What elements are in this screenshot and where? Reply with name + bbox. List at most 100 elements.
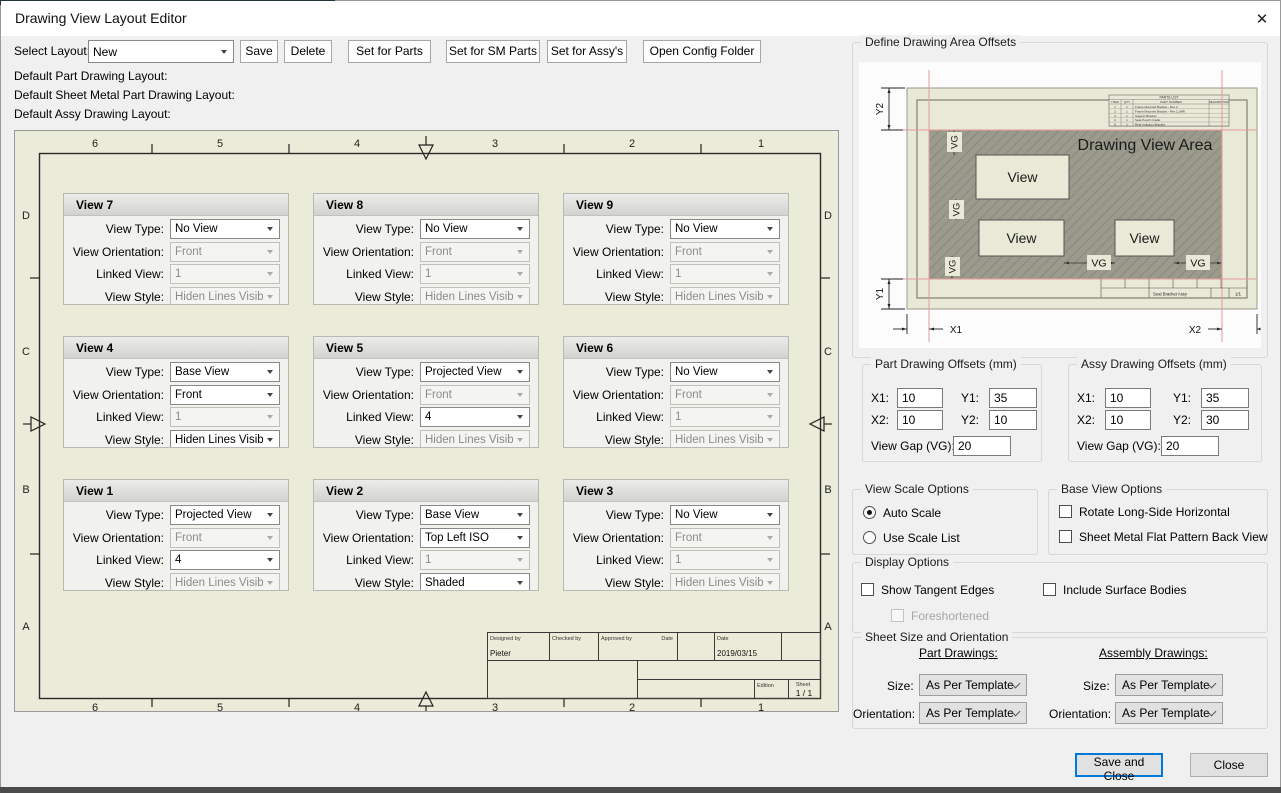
- view-7-view-type-combo[interactable]: No View: [170, 219, 280, 239]
- assembly-orientation-combo[interactable]: As Per Template: [1115, 702, 1223, 724]
- part-y2-input[interactable]: 10: [989, 410, 1037, 430]
- view-3-title: View 3: [564, 480, 788, 502]
- view-3-group: View 3View Type:No ViewView Orientation:…: [563, 479, 789, 591]
- linked-view-label: Linked View:: [314, 553, 414, 567]
- part-x2-input[interactable]: 10: [897, 410, 943, 430]
- flat-pattern-back-view-checkbox[interactable]: [1059, 530, 1072, 543]
- close-icon[interactable]: ✕: [1249, 7, 1275, 31]
- view-style-label: View Style:: [564, 290, 664, 304]
- define-drawing-area-offsets-group: Define Drawing Area Offsets Drawing View…: [852, 42, 1268, 358]
- linked-view-value: 4: [175, 554, 181, 566]
- sheet-size-orientation-group: Sheet Size and Orientation Part Drawings…: [852, 637, 1268, 729]
- part-x1-input[interactable]: 10: [897, 388, 943, 408]
- linked-view-value: 1: [175, 411, 181, 423]
- assy-x2-label: X2:: [1077, 413, 1095, 427]
- view-7-view-style-combo: Hiden Lines Visible: [170, 287, 280, 305]
- auto-scale-radio[interactable]: [863, 506, 876, 519]
- view-type-value: No View: [425, 223, 468, 235]
- set-for-sm-parts-button[interactable]: Set for SM Parts: [446, 40, 540, 63]
- assembly-size-combo[interactable]: As Per Template: [1115, 674, 1223, 696]
- linked-view-label: Linked View:: [314, 410, 414, 424]
- view-9-linked-view-combo: 1: [670, 264, 780, 284]
- view-style-label: View Style:: [64, 290, 164, 304]
- select-layout-value: New: [93, 45, 117, 59]
- view-style-label: View Style:: [564, 433, 664, 447]
- save-and-close-button[interactable]: Save and Close: [1075, 753, 1163, 777]
- rotate-long-side-label: Rotate Long-Side Horizontal: [1079, 505, 1230, 519]
- view-5-view-type-combo[interactable]: Projected View: [420, 362, 530, 382]
- open-config-folder-button[interactable]: Open Config Folder: [643, 40, 761, 63]
- part-size-value: As Per Template: [926, 678, 1014, 692]
- view-1-view-type-combo[interactable]: Projected View: [170, 505, 280, 525]
- view-4-title: View 4: [64, 337, 288, 359]
- svg-text:X2: X2: [1189, 325, 1202, 336]
- use-scale-list-radio[interactable]: [863, 531, 876, 544]
- set-for-parts-button[interactable]: Set for Parts: [348, 40, 431, 63]
- date-value: 2019/03/15: [717, 649, 758, 658]
- part-orientation-combo[interactable]: As Per Template: [919, 702, 1027, 724]
- view-2-view-orientation-combo[interactable]: Top Left ISO: [420, 528, 530, 548]
- part-size-combo[interactable]: As Per Template: [919, 674, 1027, 696]
- part-size-label: Size:: [887, 679, 914, 693]
- zone-marking: 6: [92, 702, 98, 711]
- show-tangent-edges-checkbox[interactable]: [861, 583, 874, 596]
- zone-marking: Frame Mounted Bracket - Rev 2_MIR: [1135, 109, 1186, 113]
- sheet-number: 1 / 1: [796, 688, 813, 698]
- set-for-assy-s-button[interactable]: Set for Assy's: [547, 40, 627, 63]
- view-6-linked-view-combo: 1: [670, 407, 780, 427]
- parts-list-table: PARTS LIST ITEMQTYPART NUMBERDESCRIPTION…: [1109, 95, 1229, 127]
- assy-vg-label: View Gap (VG):: [1077, 439, 1161, 453]
- view-orientation-value: Front: [675, 246, 702, 258]
- view-4-view-style-combo[interactable]: Hiden Lines Visible: [170, 430, 280, 448]
- view-2-view-type-combo[interactable]: Base View: [420, 505, 530, 525]
- close-button[interactable]: Close: [1190, 753, 1268, 777]
- assy-y1-input[interactable]: 35: [1201, 388, 1249, 408]
- assy-y2-label: Y2:: [1173, 413, 1191, 427]
- part-drawing-offsets-title: Part Drawing Offsets (mm): [871, 357, 1021, 371]
- delete-button[interactable]: Delete: [284, 40, 332, 63]
- view-2-view-style-combo[interactable]: Shaded: [420, 573, 530, 591]
- assembly-size-value: As Per Template: [1122, 678, 1210, 692]
- view-1-linked-view-combo[interactable]: 4: [170, 550, 280, 570]
- approved-by-label: Approved by: [601, 636, 632, 642]
- select-layout-combo[interactable]: New: [88, 40, 234, 63]
- foreshortened-label: Foreshortened: [911, 609, 989, 623]
- include-surface-bodies-label: Include Surface Bodies: [1063, 583, 1186, 597]
- view-style-value: Shaded: [425, 577, 465, 589]
- view-7-view-orientation-combo: Front: [170, 242, 280, 262]
- view-8-view-style-combo: Hiden Lines Visible: [420, 287, 530, 305]
- part-y1-input[interactable]: 35: [989, 388, 1037, 408]
- view-9-view-type-combo[interactable]: No View: [670, 219, 780, 239]
- save-button[interactable]: Save: [240, 40, 278, 63]
- drawing-sheet-preview: 665544332211DDCCBBAA Designed by Pieter …: [14, 130, 839, 712]
- rotate-long-side-checkbox[interactable]: [1059, 505, 1072, 518]
- zone-marking: B: [824, 484, 831, 496]
- part-vg-input[interactable]: 20: [953, 436, 1011, 456]
- view-style-value: Hiden Lines Visible: [425, 291, 513, 303]
- view-1-group: View 1View Type:Projected ViewView Orien…: [63, 479, 289, 591]
- view-type-value: No View: [675, 366, 718, 378]
- view-6-view-type-combo[interactable]: No View: [670, 362, 780, 382]
- view-3-view-type-combo[interactable]: No View: [670, 505, 780, 525]
- assy-x1-input[interactable]: 10: [1105, 388, 1151, 408]
- view-5-view-orientation-combo: Front: [420, 385, 530, 405]
- view-2-linked-view-combo: 1: [420, 550, 530, 570]
- assy-y2-input[interactable]: 30: [1201, 410, 1249, 430]
- view-orientation-label: View Orientation:: [564, 531, 664, 545]
- zone-marking: Support Bracket: [1135, 114, 1157, 118]
- assy-vg-input[interactable]: 20: [1161, 436, 1219, 456]
- view-orientation-value: Top Left ISO: [425, 532, 489, 544]
- linked-view-value: 4: [425, 411, 431, 423]
- view-8-view-type-combo[interactable]: No View: [420, 219, 530, 239]
- view-orientation-label: View Orientation:: [64, 388, 164, 402]
- assy-x2-input[interactable]: 10: [1105, 410, 1151, 430]
- base-view-options-group: Base View Options Rotate Long-Side Horiz…: [1048, 489, 1268, 555]
- zone-marking: 4: [354, 138, 360, 150]
- view-5-linked-view-combo[interactable]: 4: [420, 407, 530, 427]
- view-orientation-label: View Orientation:: [314, 245, 414, 259]
- linked-view-label: Linked View:: [64, 267, 164, 281]
- view-4-view-type-combo[interactable]: Base View: [170, 362, 280, 382]
- view-4-view-orientation-combo[interactable]: Front: [170, 385, 280, 405]
- part-vg-label: View Gap (VG):: [871, 439, 955, 453]
- include-surface-bodies-checkbox[interactable]: [1043, 583, 1056, 596]
